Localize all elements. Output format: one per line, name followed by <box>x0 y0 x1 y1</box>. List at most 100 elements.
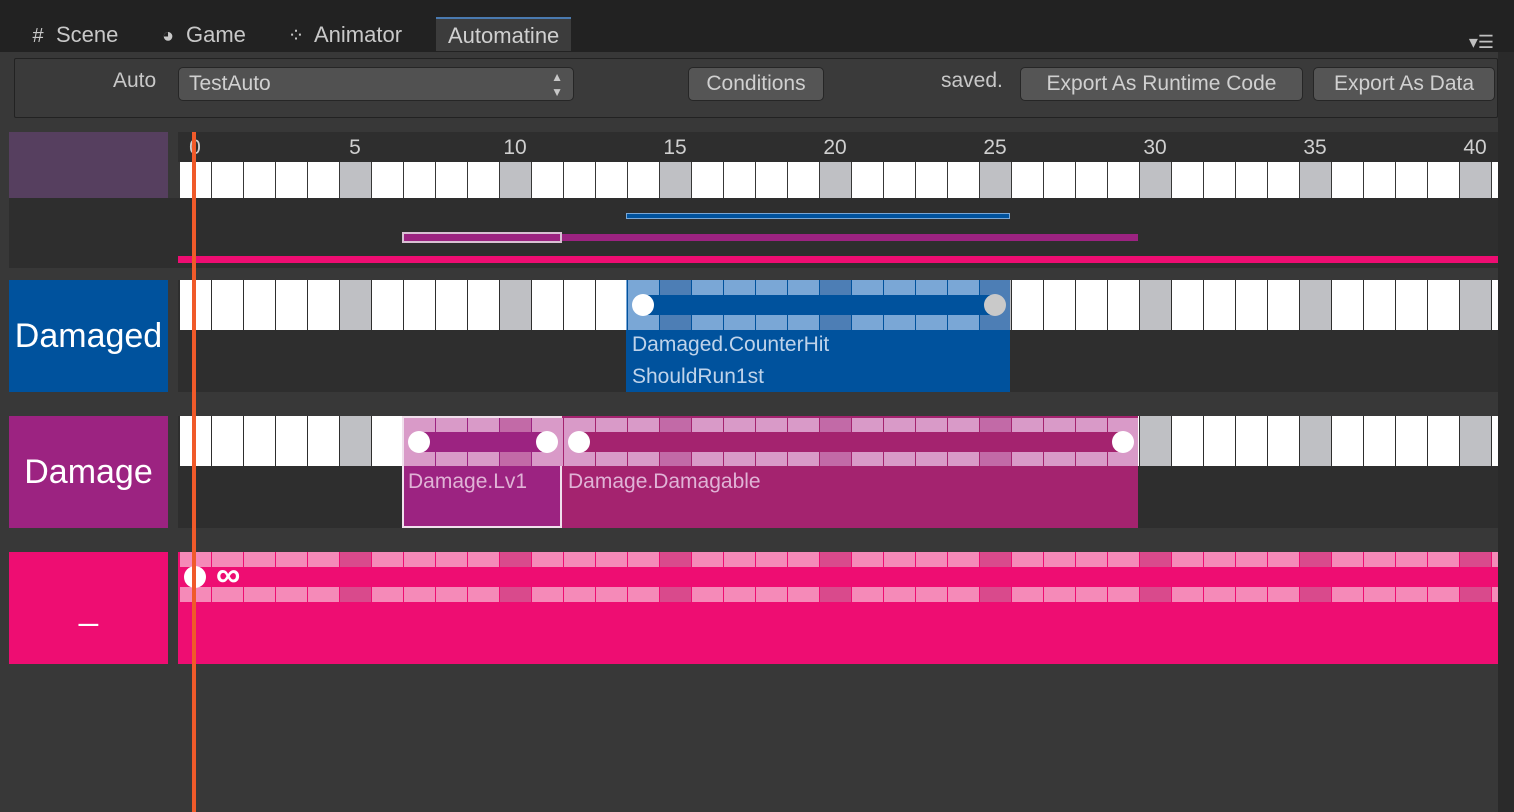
tab-automatine[interactable]: Automatine <box>436 17 572 51</box>
tab-label: Automatine <box>448 23 560 48</box>
tack-end-handle[interactable] <box>536 431 558 453</box>
tack-start-handle[interactable] <box>408 431 430 453</box>
tack-title: Damaged.CounterHit <box>632 333 830 356</box>
frame-cell <box>1012 162 1043 198</box>
frame-cell <box>1172 162 1203 198</box>
tack-range-bar[interactable] <box>180 567 1498 587</box>
conditions-button[interactable]: Conditions <box>688 67 824 101</box>
export-runtime-code-button[interactable]: Export As Runtime Code <box>1020 67 1303 101</box>
frame-cell <box>948 162 979 198</box>
frame-cell <box>500 162 531 198</box>
frame-cell <box>1108 280 1139 330</box>
frame-cell <box>500 280 531 330</box>
frame-cell <box>596 162 627 198</box>
tack-range-bar[interactable] <box>642 295 994 315</box>
frame-cell <box>1236 162 1267 198</box>
frame-cell <box>1428 416 1459 466</box>
frame-cell <box>1204 280 1235 330</box>
frame-cell <box>1172 280 1203 330</box>
frame-cell <box>212 280 243 330</box>
frame-cell <box>1108 162 1139 198</box>
frame-cell <box>1396 280 1427 330</box>
overview-bar-damage-lv1[interactable] <box>402 232 562 243</box>
tab-scene[interactable]: # Scene <box>26 18 118 52</box>
row-separator <box>9 530 1498 544</box>
overview-bar-damaged[interactable] <box>626 213 1010 219</box>
auto-label: Auto <box>113 69 157 92</box>
frame-cell <box>468 162 499 198</box>
ruler-tick-label: 25 <box>983 136 1007 159</box>
frame-cell <box>212 162 243 198</box>
frame-cell <box>276 162 307 198</box>
frame-cell <box>564 162 595 198</box>
frame-cell <box>1204 416 1235 466</box>
scene-grid-icon: # <box>32 25 44 47</box>
frame-cells-header[interactable] <box>178 162 1498 198</box>
tab-animator[interactable]: ⁘ Animator <box>284 18 402 52</box>
frame-cell <box>372 416 403 466</box>
timeline-label-unnamed[interactable]: _ <box>9 552 168 664</box>
frame-cell <box>1236 416 1267 466</box>
tack-title: Damage.Damagable <box>568 470 761 493</box>
frame-cell <box>244 162 275 198</box>
tack-range-bar[interactable] <box>578 432 1122 452</box>
tack-start-handle[interactable] <box>568 431 590 453</box>
frame-cell <box>1140 416 1171 466</box>
frame-cell <box>1428 280 1459 330</box>
frame-cell <box>308 416 339 466</box>
tack-start-handle[interactable] <box>632 294 654 316</box>
frame-cell <box>436 280 467 330</box>
tack-end-handle[interactable] <box>1112 431 1134 453</box>
select-arrows-icon: ▲ ▼ <box>551 70 563 99</box>
timeline-label-damaged[interactable]: Damaged <box>9 280 168 392</box>
frame-cell <box>756 162 787 198</box>
tack-range-bar[interactable] <box>418 432 546 452</box>
frame-cell <box>724 162 755 198</box>
frame-cell <box>308 280 339 330</box>
row-separator <box>9 394 1498 408</box>
tab-label: Animator <box>314 22 403 47</box>
tack-subtitle: ShouldRun1st <box>632 365 764 388</box>
toolbar: Auto TestAuto ▲ ▼ Conditions saved. Expor… <box>14 58 1498 118</box>
overview-bar-infinite[interactable] <box>178 256 1498 263</box>
tab-label: Scene <box>56 22 119 47</box>
ruler-tick-label: 35 <box>1303 136 1327 159</box>
frame-cell <box>692 162 723 198</box>
frame-cell <box>788 162 819 198</box>
automatine-window: # Scene ◕ Game ⁘ Animator Automatine ▾☰ Aut… <box>0 0 1514 812</box>
frame-cell <box>1460 280 1491 330</box>
auto-select[interactable]: TestAuto ▲ ▼ <box>178 67 574 101</box>
window-menu-icon[interactable]: ▾☰ <box>1469 32 1494 53</box>
frame-cell <box>1460 162 1491 198</box>
tab-game[interactable]: ◕ Game <box>156 18 246 52</box>
frame-cell <box>1332 416 1363 466</box>
save-status: saved. <box>941 69 1003 92</box>
timeline-label-damage[interactable]: Damage <box>9 416 168 528</box>
frame-cell <box>626 280 627 330</box>
tack-end-handle[interactable] <box>984 294 1006 316</box>
tab-bar: # Scene ◕ Game ⁘ Animator Automatine ▾☰ <box>0 0 1514 52</box>
frame-cell <box>1300 280 1331 330</box>
frame-cell <box>1044 162 1075 198</box>
frame-cell <box>340 416 371 466</box>
ruler-tick-label: 10 <box>503 136 527 159</box>
export-data-button[interactable]: Export As Data <box>1313 67 1495 101</box>
ruler-tick-label: 30 <box>1143 136 1167 159</box>
frame-cell <box>1364 416 1395 466</box>
frame-cell <box>372 280 403 330</box>
frame-cell <box>1364 280 1395 330</box>
frame-cell <box>596 280 627 330</box>
ruler-tick-label: 40 <box>1463 136 1487 159</box>
playhead[interactable] <box>192 132 196 812</box>
frame-cell <box>244 280 275 330</box>
overview-bar-damage-damagable[interactable] <box>562 234 1138 241</box>
frame-cell <box>1332 280 1363 330</box>
animator-icon: ⁘ <box>287 25 305 47</box>
frame-cell <box>1076 280 1107 330</box>
frame-cell <box>532 162 563 198</box>
frame-cell <box>1236 280 1267 330</box>
frame-cell <box>1300 416 1331 466</box>
frame-cell <box>660 162 691 198</box>
frame-cell <box>628 162 659 198</box>
frame-cell <box>1076 162 1107 198</box>
